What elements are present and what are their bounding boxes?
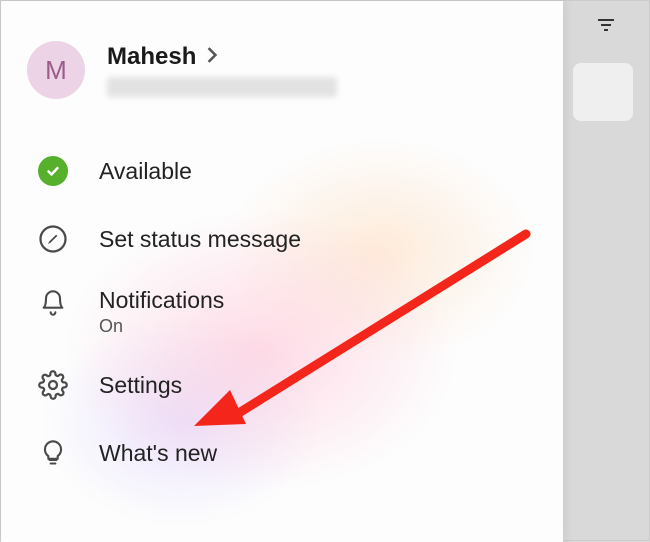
profile-subtitle-redacted — [107, 77, 337, 97]
menu-item-notifications[interactable]: Notifications On — [1, 273, 563, 351]
profile-name-row[interactable]: Mahesh — [107, 43, 337, 71]
menu-item-label: What's new — [99, 440, 217, 467]
gear-icon — [37, 369, 69, 401]
profile-header[interactable]: M Mahesh — [1, 1, 563, 109]
menu-list: Available Set status message — [1, 137, 563, 487]
chevron-right-icon — [206, 47, 218, 68]
filter-icon[interactable] — [594, 13, 618, 42]
menu-item-sublabel: On — [99, 316, 224, 337]
menu-item-available[interactable]: Available — [1, 137, 563, 205]
menu-item-whats-new[interactable]: What's new — [1, 419, 563, 487]
menu-item-set-status[interactable]: Set status message — [1, 205, 563, 273]
avatar-initial: M — [45, 55, 67, 86]
menu-item-label: Notifications — [99, 287, 224, 314]
background-card — [573, 63, 633, 121]
menu-item-label: Set status message — [99, 226, 301, 253]
top-bar — [563, 1, 649, 56]
profile-name: Mahesh — [107, 43, 196, 71]
lightbulb-icon — [37, 437, 69, 469]
menu-item-label: Available — [99, 158, 192, 185]
menu-item-settings[interactable]: Settings — [1, 351, 563, 419]
edit-status-icon — [37, 223, 69, 255]
profile-menu-panel: M Mahesh — [1, 1, 563, 542]
profile-info: Mahesh — [107, 43, 337, 97]
menu-item-label: Settings — [99, 372, 182, 399]
avatar: M — [27, 41, 85, 99]
bell-icon — [37, 287, 69, 319]
available-status-icon — [37, 155, 69, 187]
